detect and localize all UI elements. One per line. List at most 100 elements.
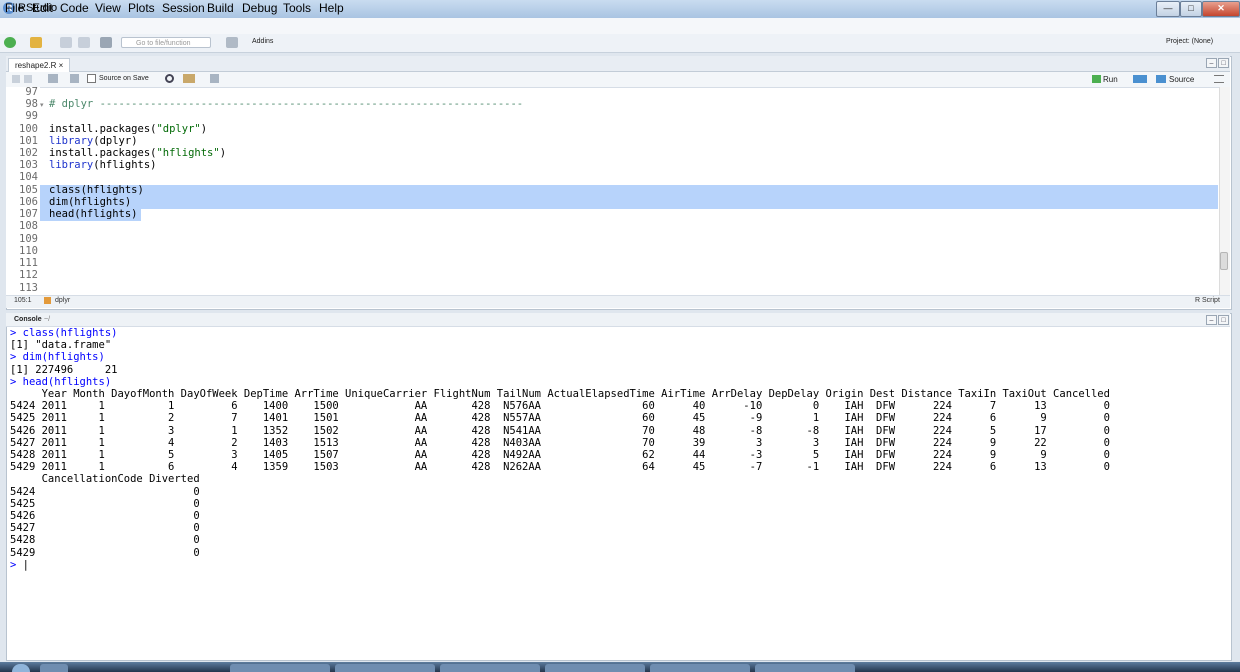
menu-session[interactable]: Session (162, 1, 205, 15)
console-output[interactable]: > class(hflights) [1] "data.frame" > dim… (10, 327, 1110, 571)
code-token: "hflights" (156, 147, 220, 159)
taskbar-window[interactable] (440, 664, 540, 672)
menu-build[interactable]: Build (207, 1, 234, 15)
minimize-console-icon[interactable]: – (1206, 315, 1217, 325)
save-all-icon[interactable] (78, 37, 90, 48)
taskbar-window[interactable] (230, 664, 330, 672)
maximize-icon[interactable]: □ (1180, 1, 1202, 17)
code-line-105[interactable]: class(hflights) (49, 184, 144, 196)
table-row: 5429 2011 1 6 4 1359 1503 AA 428 N262AA … (10, 461, 1110, 474)
code-token: ) (200, 123, 208, 135)
line-number: 110 (19, 245, 38, 257)
selection-highlight (7, 185, 1218, 197)
start-button-icon[interactable] (12, 664, 30, 672)
scope-selector[interactable]: dplyr (55, 297, 70, 304)
code-token: library (49, 135, 94, 147)
show-in-window-icon[interactable] (48, 74, 58, 83)
taskbar-app-icon[interactable] (40, 664, 68, 672)
table-row: 5427 2011 1 4 2 1403 1513 AA 428 N403AA … (10, 436, 1110, 449)
close-tab-icon[interactable]: × (59, 61, 64, 70)
print-icon[interactable] (100, 37, 112, 48)
editor-tab-bar (6, 56, 1230, 72)
line-number: 105 (19, 184, 38, 196)
save-icon[interactable] (60, 37, 72, 48)
code-line-102[interactable]: install.packages("hflights") (49, 147, 226, 159)
search-icon[interactable] (165, 74, 174, 83)
code-token: ) (219, 147, 227, 159)
save-file-icon[interactable] (70, 74, 79, 83)
code-line-98[interactable]: # dplyr --------------------------------… (49, 98, 523, 110)
source-on-save-checkbox[interactable] (87, 74, 96, 83)
code-line-107[interactable]: head(hflights) (49, 208, 138, 220)
new-file-icon[interactable] (4, 37, 16, 48)
table-row: 5428 0 (10, 534, 200, 547)
line-number: 104 (19, 171, 38, 183)
code-line-106[interactable]: dim(hflights) (49, 196, 131, 208)
line-number: 97 (25, 86, 38, 98)
line-number: 107 (19, 208, 38, 220)
table-row: 5424 0 (10, 485, 200, 498)
compile-report-icon[interactable] (210, 74, 219, 83)
menu-help[interactable]: Help (319, 1, 344, 15)
source-icon (1156, 75, 1166, 83)
table-row: 5425 0 (10, 497, 200, 510)
menu-debug[interactable]: Debug (242, 1, 277, 15)
fold-arrow-icon[interactable]: ▾ (40, 101, 44, 109)
console-command: > class(hflights) (10, 327, 118, 339)
console-path: ~/ (44, 316, 51, 323)
rerun-icon[interactable] (1133, 75, 1147, 83)
menu-file[interactable]: File (5, 1, 24, 15)
maximize-console-icon[interactable]: □ (1218, 315, 1229, 325)
line-number: 108 (19, 220, 38, 232)
forward-arrow-icon[interactable] (24, 75, 32, 83)
menu-view[interactable]: View (95, 1, 121, 15)
addins-button[interactable]: Addins (252, 38, 273, 45)
taskbar-window[interactable] (650, 664, 750, 672)
selection-highlight (7, 197, 1218, 209)
grid-layout-icon[interactable] (226, 37, 238, 48)
file-type-selector[interactable]: R Script (1195, 297, 1220, 304)
minimize-pane-icon[interactable]: – (1206, 58, 1217, 68)
table-header: CancellationCode Diverted (10, 473, 200, 486)
code-tools-icon[interactable] (183, 74, 195, 83)
code-token: install.packages( (49, 147, 157, 159)
line-number: 106 (19, 196, 38, 208)
table-row: 5428 2011 1 5 3 1405 1507 AA 428 N492AA … (10, 449, 1110, 462)
taskbar-window[interactable] (545, 664, 645, 672)
line-number: 111 (19, 257, 38, 269)
console-result: [1] 227496 21 (10, 363, 118, 376)
close-icon[interactable]: ✕ (1202, 1, 1240, 17)
minimize-icon[interactable]: — (1156, 1, 1180, 17)
code-token: library (49, 159, 94, 171)
tab-reshape2[interactable]: reshape2.R × (8, 58, 71, 72)
maximize-pane-icon[interactable]: □ (1218, 58, 1229, 68)
open-folder-icon[interactable] (30, 37, 42, 48)
console-cursor: | (16, 558, 29, 571)
code-line-103[interactable]: library(hflights) (49, 159, 156, 171)
code-line-101[interactable]: library(dplyr) (49, 135, 138, 147)
line-number: 99 (25, 110, 38, 122)
code-line-100[interactable]: install.packages("dplyr") (49, 123, 207, 135)
project-menu[interactable]: Project: (None) (1166, 38, 1213, 45)
back-arrow-icon[interactable] (12, 75, 20, 83)
scope-icon (44, 297, 51, 304)
editor-scroll-thumb[interactable] (1220, 252, 1228, 270)
table-row: 5426 0 (10, 510, 200, 523)
menu-code[interactable]: Code (60, 1, 89, 15)
source-button[interactable]: Source (1169, 75, 1194, 84)
line-number: 100 (19, 123, 38, 135)
taskbar-window[interactable] (335, 664, 435, 672)
table-row: 5429 0 (10, 546, 200, 559)
run-button[interactable]: Run (1103, 75, 1118, 84)
table-row: 5425 2011 1 2 7 1401 1501 AA 428 N557AA … (10, 412, 1110, 425)
document-outline-icon[interactable] (1214, 75, 1224, 83)
taskbar-window[interactable] (755, 664, 855, 672)
menu-edit[interactable]: Edit (32, 1, 53, 15)
goto-file-input[interactable]: Go to file/function (121, 37, 211, 48)
table-row: 5426 2011 1 3 1 1352 1502 AA 428 N541AA … (10, 424, 1110, 437)
console-command: > head(hflights) (10, 375, 112, 388)
menu-plots[interactable]: Plots (128, 1, 155, 15)
editor-status-bar (6, 295, 1230, 308)
menu-tools[interactable]: Tools (283, 1, 311, 15)
source-editor-pane (6, 56, 1232, 310)
